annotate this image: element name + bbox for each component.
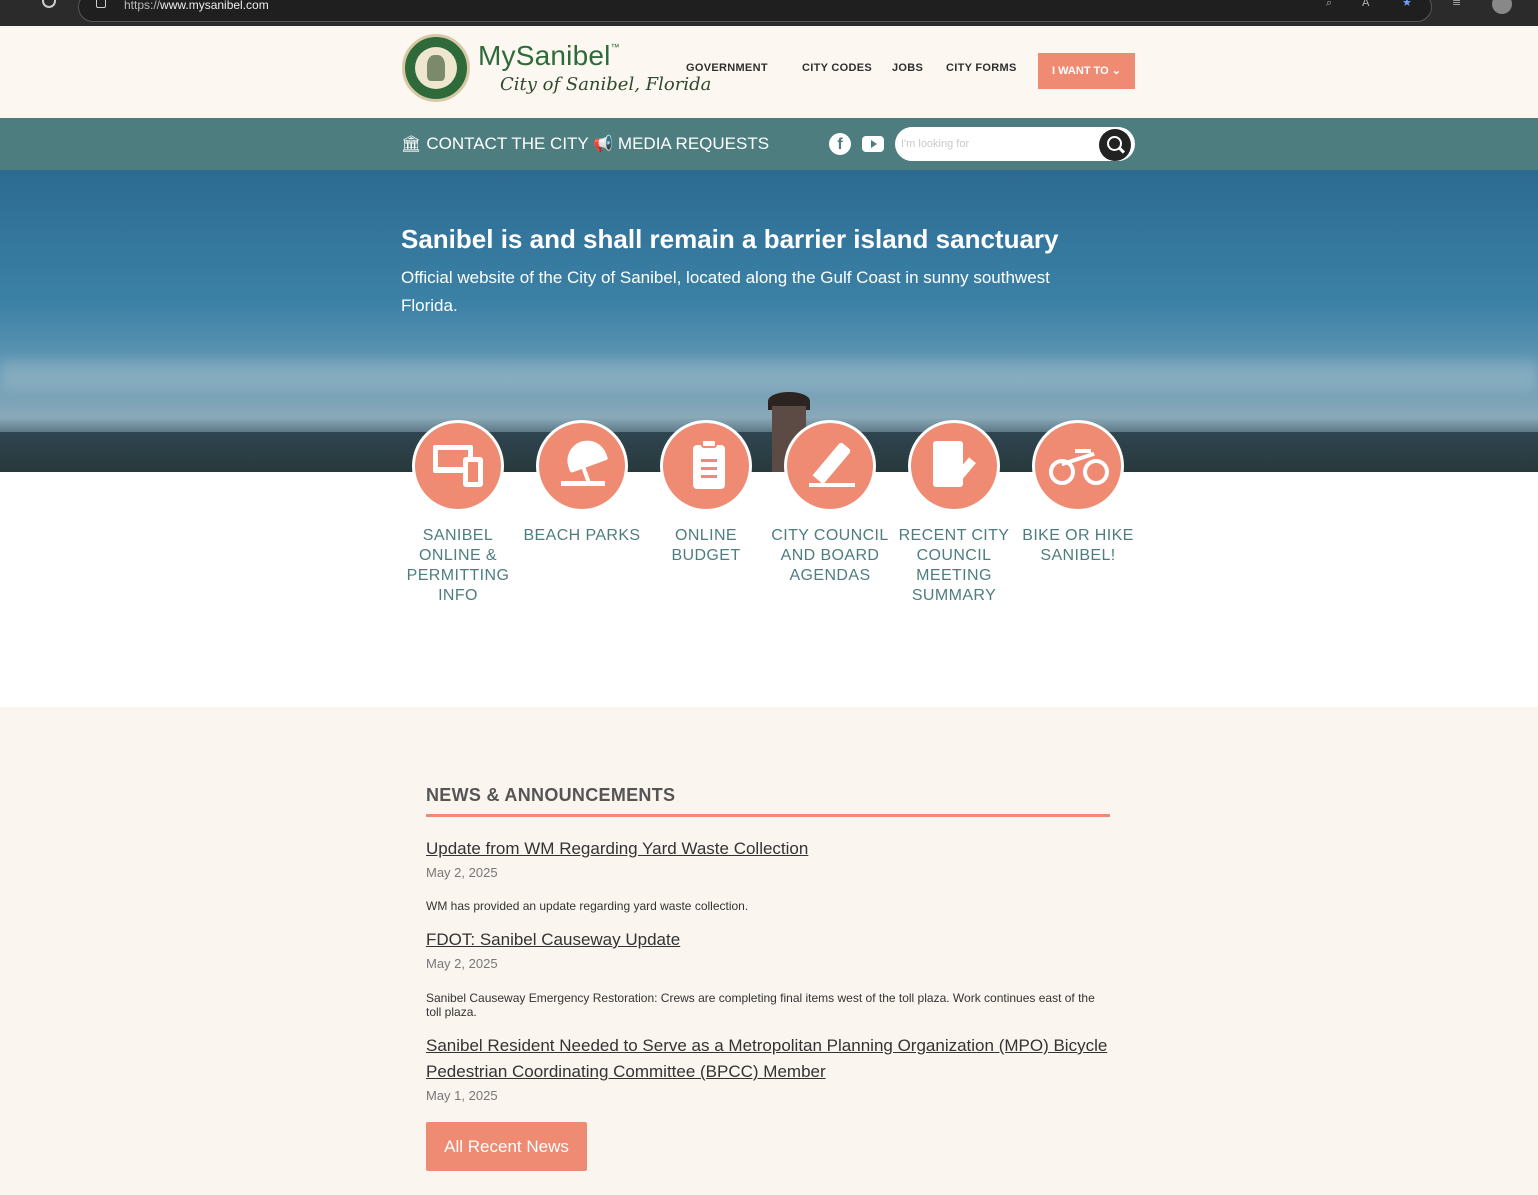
devices-icon: [412, 420, 504, 512]
clipboard-list-icon: [660, 420, 752, 512]
nav-city-codes[interactable]: CITY CODES: [802, 62, 872, 74]
quick-link-online-budget[interactable]: ONLINE BUDGET: [641, 420, 771, 566]
read-aloud-icon[interactable]: A: [1362, 0, 1376, 9]
news-item-date: May 2, 2025: [426, 865, 498, 880]
news-item-title[interactable]: FDOT: Sanibel Causeway Update: [426, 927, 1116, 953]
news-item-description: Sanibel Causeway Emergency Restoration: …: [426, 991, 1095, 1019]
document-edit-icon: [908, 420, 1000, 512]
quick-link-label: BIKE OR HIKE SANIBEL!: [1022, 527, 1134, 564]
quick-link-label: BEACH PARKS: [523, 527, 641, 544]
brand-name[interactable]: MySanibel™: [478, 40, 620, 72]
quick-link-beach-parks[interactable]: BEACH PARKS: [517, 420, 647, 546]
nav-city-forms[interactable]: CITY FORMS: [946, 62, 1017, 74]
bicycle-icon: [1032, 420, 1124, 512]
all-recent-news-button[interactable]: All Recent News: [426, 1122, 587, 1171]
nav-jobs[interactable]: JOBS: [892, 62, 923, 74]
youtube-icon[interactable]: [862, 136, 884, 152]
browser-toolbar: https://www.mysanibel.com ⌕ A ★ ≡: [0, 0, 1538, 26]
hero-title: Sanibel is and shall remain a barrier is…: [401, 224, 1059, 254]
i-want-to-dropdown[interactable]: I WANT TO ⌄: [1038, 53, 1135, 89]
url-text: https://www.mysanibel.com: [124, 0, 269, 12]
news-item-date: May 1, 2025: [426, 1088, 498, 1103]
favorite-star-icon[interactable]: ★: [1402, 0, 1416, 9]
quick-link-permitting[interactable]: SANIBEL ONLINE & PERMITTING INFO: [393, 420, 523, 606]
quick-link-bike-hike[interactable]: BIKE OR HIKE SANIBEL!: [1013, 420, 1143, 566]
hero-subtitle: Official website of the City of Sanibel,…: [401, 268, 1050, 315]
city-seal-logo[interactable]: [402, 34, 470, 102]
site-header: MySanibel™ City of Sanibel, Florida GOVE…: [0, 26, 1538, 118]
site-info-icon[interactable]: [96, 0, 106, 8]
search-icon[interactable]: [1099, 129, 1131, 161]
nav-government[interactable]: GOVERNMENT: [686, 62, 768, 74]
news-item-title[interactable]: Update from WM Regarding Yard Waste Coll…: [426, 836, 1116, 862]
profile-avatar-icon[interactable]: [1492, 0, 1512, 14]
reload-icon[interactable]: [42, 0, 56, 8]
facebook-icon[interactable]: f: [829, 133, 851, 155]
brand-subtitle: City of Sanibel, Florida: [500, 74, 712, 95]
news-item-description: WM has provided an update regarding yard…: [426, 899, 749, 913]
quick-link-label: SANIBEL ONLINE & PERMITTING INFO: [406, 527, 510, 604]
news-divider: [426, 814, 1110, 817]
beach-umbrella-icon: [536, 420, 628, 512]
quick-link-label: ONLINE BUDGET: [671, 527, 741, 564]
news-item-date: May 2, 2025: [426, 956, 498, 971]
news-item-title[interactable]: Sanibel Resident Needed to Serve as a Me…: [426, 1033, 1116, 1085]
contact-the-city-link[interactable]: 🏛 CONTACT THE CITY: [401, 134, 589, 154]
pencil-icon: [784, 420, 876, 512]
government-building-icon: 🏛: [401, 136, 422, 153]
search-input[interactable]: [901, 133, 1091, 155]
news-heading: NEWS & ANNOUNCEMENTS: [426, 785, 676, 805]
quick-link-council-agendas[interactable]: CITY COUNCIL AND BOARD AGENDAS: [765, 420, 895, 586]
address-bar[interactable]: [78, 0, 1432, 22]
media-requests-link[interactable]: 📢 MEDIA REQUESTS: [593, 134, 769, 154]
quick-link-label: CITY COUNCIL AND BOARD AGENDAS: [771, 527, 889, 584]
megaphone-icon: 📢: [593, 136, 613, 153]
collections-icon[interactable]: ≡: [1452, 0, 1466, 9]
quick-link-label: RECENT CITY COUNCIL MEETING SUMMARY: [898, 527, 1010, 604]
zoom-icon[interactable]: ⌕: [1326, 0, 1340, 9]
quick-link-meeting-summary[interactable]: RECENT CITY COUNCIL MEETING SUMMARY: [889, 420, 1019, 606]
utility-bar: 🏛 CONTACT THE CITY 📢 MEDIA REQUESTS f: [0, 118, 1538, 170]
